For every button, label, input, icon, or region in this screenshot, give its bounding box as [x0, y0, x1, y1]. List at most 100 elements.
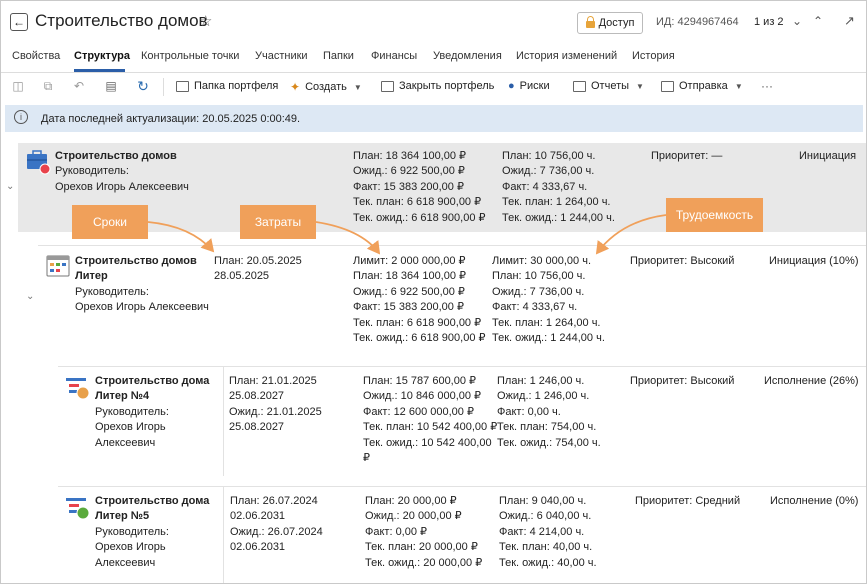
- document-icon[interactable]: ▤: [104, 79, 118, 93]
- labor-line: Ожид.: 7 736,00 ч.: [492, 285, 585, 298]
- priority-text: Приоритет: Высокий: [630, 255, 735, 267]
- tab-finance[interactable]: Финансы: [371, 50, 417, 62]
- project-name[interactable]: Строительство дома: [95, 374, 209, 389]
- chevron-down-icon: ▼: [353, 82, 362, 92]
- reports-icon: [573, 80, 586, 92]
- more-button[interactable]: ···: [761, 79, 773, 93]
- tab-milestones[interactable]: Контрольные точки: [141, 50, 239, 62]
- chevron-down-icon[interactable]: ⌄: [792, 14, 802, 28]
- star-icon[interactable]: ☆: [199, 12, 212, 30]
- cost-line: Тек. план: 6 618 900,00 ₽: [353, 196, 482, 209]
- risks-button[interactable]: ● Риски: [508, 80, 550, 92]
- manager-name[interactable]: Орехов Игорь Алексеевич: [75, 300, 209, 315]
- tab-history[interactable]: История: [632, 50, 675, 62]
- reports-label: Отчеты: [591, 80, 630, 92]
- app-window: ← Строительство домов ☆ Доступ ИД: 42949…: [0, 0, 867, 584]
- row3-costs: План: 20 000,00 ₽ Ожид.: 20 000,00 ₽ Фак…: [365, 494, 482, 571]
- date-line: 25.08.2027: [229, 421, 285, 434]
- portfolio-folder-button[interactable]: Папка портфеля: [176, 80, 278, 92]
- manager-name-cont[interactable]: Алексеевич: [95, 556, 209, 571]
- risks-label: Риски: [519, 80, 550, 92]
- open-external-icon[interactable]: ↗: [844, 13, 855, 29]
- access-button[interactable]: Доступ: [577, 12, 643, 34]
- row0-info: Строительство домов Руководитель: Орехов…: [55, 149, 189, 195]
- date-line: 02.06.2031: [230, 510, 286, 523]
- date-line: План: 20.05.2025: [214, 255, 302, 267]
- save-icon[interactable]: ◫: [11, 79, 25, 93]
- priority-text: Приоритет: Высокий: [630, 375, 735, 387]
- chevron-up-icon[interactable]: ⌃: [813, 14, 823, 28]
- info-text: Дата последней актуализации: 20.05.2025 …: [41, 113, 301, 125]
- record-id: ИД: 4294967464: [656, 16, 739, 28]
- project-name-cont[interactable]: Литер: [75, 269, 209, 284]
- labor-line: Тек. ожид.: 1 244,00 ч.: [492, 332, 605, 345]
- project-name[interactable]: Строительство домов: [75, 254, 209, 269]
- date-line: План: 26.07.2024: [230, 495, 318, 507]
- risks-icon: ●: [508, 80, 515, 92]
- copy-disabled-icon[interactable]: ⧉: [41, 79, 55, 93]
- row3-labor: План: 9 040,00 ч. Ожид.: 6 040,00 ч. Фак…: [499, 494, 597, 571]
- labor-line: Тек. план: 1 264,00 ч.: [492, 316, 601, 329]
- manager-name[interactable]: Орехов Игорь: [95, 540, 209, 555]
- cost-line: Тек. план: 10 542 400,00 ₽: [363, 421, 498, 434]
- lock-icon: [585, 16, 595, 28]
- cost-line: Тек. ожид.: 10 542 400,00: [363, 436, 492, 449]
- create-button[interactable]: ✦ Создать ▼: [290, 80, 362, 94]
- chevron-down-icon[interactable]: ⌄: [6, 181, 14, 192]
- labor-line: Ожид.: 6 040,00 ч.: [499, 510, 592, 523]
- tab-notifications[interactable]: Уведомления: [433, 50, 502, 62]
- tab-folders[interactable]: Папки: [323, 50, 354, 62]
- project-name-cont[interactable]: Литер №4: [95, 389, 209, 404]
- refresh-icon[interactable]: ↻: [136, 79, 150, 93]
- manager-name[interactable]: Орехов Игорь Алексеевич: [55, 180, 189, 195]
- page-title: Строительство домов: [35, 11, 208, 30]
- labor-line: Ожид.: 7 736,00 ч.: [502, 165, 595, 178]
- project-icon: [66, 498, 90, 520]
- date-line: Ожид.: 21.01.2025: [229, 405, 322, 418]
- tab-participants[interactable]: Участники: [255, 50, 308, 62]
- cost-line: План: 20 000,00 ₽: [365, 495, 457, 507]
- labor-line: Ожид.: 1 246,00 ч.: [497, 390, 590, 403]
- labor-line: Факт: 4 333,67 ч.: [492, 301, 578, 314]
- row2-info: Строительство дома Литер №4 Руководитель…: [95, 374, 209, 451]
- row2-labor: План: 1 246,00 ч. Ожид.: 1 246,00 ч. Фак…: [497, 374, 601, 451]
- cost-line: Ожид.: 10 846 000,00 ₽: [363, 390, 482, 403]
- row-divider: [58, 366, 866, 367]
- labor-line: Тек. план: 1 264,00 ч.: [502, 196, 611, 209]
- close-portfolio-label: Закрыть портфель: [399, 80, 495, 92]
- tab-change-history[interactable]: История изменений: [516, 50, 617, 62]
- row-divider: [38, 245, 866, 246]
- manager-name[interactable]: Орехов Игорь: [95, 420, 209, 435]
- portfolio-icon: [27, 150, 51, 175]
- chevron-down-icon[interactable]: ⌄: [26, 291, 34, 302]
- project-icon: [66, 378, 90, 400]
- project-name[interactable]: Строительство домов: [55, 149, 189, 164]
- manager-name-cont[interactable]: Алексеевич: [95, 436, 209, 451]
- folder-icon: [176, 80, 189, 92]
- reports-button[interactable]: Отчеты ▼: [573, 80, 644, 92]
- date-line: 28.05.2025: [214, 270, 270, 283]
- phase-text: Исполнение (26%): [764, 375, 859, 387]
- project-name[interactable]: Строительство дома: [95, 494, 209, 509]
- date-line: Ожид.: 26.07.2024: [230, 525, 323, 538]
- tab-structure[interactable]: Структура: [74, 50, 130, 62]
- cost-line: Факт: 0,00 ₽: [365, 525, 428, 538]
- cost-line: Тек. ожид.: 6 618 900,00 ₽: [353, 211, 486, 224]
- info-icon: i: [14, 110, 28, 124]
- manager-label: Руководитель:: [95, 405, 169, 418]
- priority-text: Приоритет: —: [651, 150, 723, 162]
- undo-icon[interactable]: ↶: [72, 79, 86, 93]
- row1-dates: План: 20.05.2025 28.05.2025: [214, 254, 302, 285]
- labor-line: План: 10 756,00 ч.: [502, 150, 596, 162]
- date-line: 02.06.2031: [230, 541, 286, 554]
- back-button[interactable]: ←: [10, 13, 28, 31]
- cost-line: Факт: 12 600 000,00 ₽: [363, 405, 474, 418]
- send-button[interactable]: Отправка ▼: [661, 80, 743, 92]
- row2-costs: План: 15 787 600,00 ₽ Ожид.: 10 846 000,…: [363, 374, 497, 466]
- close-portfolio-button[interactable]: Закрыть портфель: [381, 80, 494, 92]
- tab-properties[interactable]: Свойства: [12, 50, 60, 62]
- pager-text: 1 из 2: [754, 16, 784, 28]
- cost-line: Тек. ожид.: 20 000,00 ₽: [365, 556, 483, 569]
- cost-line: Ожид.: 6 922 500,00 ₽: [353, 285, 465, 298]
- project-name-cont[interactable]: Литер №5: [95, 509, 209, 524]
